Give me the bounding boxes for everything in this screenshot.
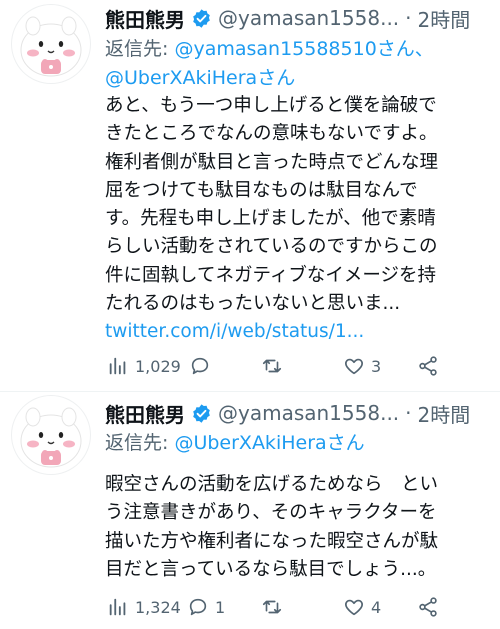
tweet-text: あと、もう一つ申し上げると僕を論破で きたところでなんの意味もないですよ。 権利… — [105, 92, 497, 347]
share-button[interactable] — [417, 352, 439, 380]
retweet-icon — [262, 600, 282, 614]
avatar-chiikawa-image — [20, 16, 82, 77]
reply-mention[interactable]: @yamasan15588510さん、 — [174, 38, 433, 60]
tweet-text-line: 屈をつけても駄目なものは駄目なんで — [105, 179, 418, 201]
reply-mention[interactable]: @UberXAkiHeraさん — [174, 432, 364, 454]
verified-badge-icon — [193, 8, 210, 28]
tweet-text-line: 件に固執してネガティブなイメージを持 — [105, 264, 436, 286]
tweet-text-line: らしい活動をされているのですからこの — [105, 236, 438, 258]
speech-bubble-icon — [191, 357, 209, 375]
reply-prefix: 返信先: — [105, 38, 175, 60]
tweet-text-line: 暇空さんの活動を広げるためなら とい — [105, 474, 439, 495]
verified-badge-icon — [193, 403, 210, 423]
heart-icon — [345, 358, 363, 375]
retweet-button[interactable] — [261, 352, 289, 380]
tweet-text-line: す。先程も申し上げましたが、他で素晴 — [105, 208, 436, 230]
like-count: 3 — [371, 356, 382, 376]
tweet-text-line: 描いた方や権利者になった暇空さんが駄 — [105, 530, 439, 552]
avatar[interactable] — [11, 395, 91, 475]
reply-context: 返信先: @UberXAkiHeraさん — [105, 429, 490, 458]
tweet[interactable]: 熊田熊男 @yamasan1558... · 2時間 返信先: @UberXAk… — [0, 391, 500, 629]
author-handle[interactable]: @yamasan1558... — [218, 401, 399, 425]
tweet-actions: 1,324 1 4 — [105, 593, 450, 621]
like-button[interactable]: 4 — [343, 593, 381, 621]
author-handle[interactable]: @yamasan1558... — [218, 6, 399, 30]
author-name[interactable]: 熊田熊男 — [105, 4, 185, 33]
more-dots-icon[interactable] — [472, 401, 496, 425]
tweet-actions: 1,029 3 — [105, 352, 450, 380]
avatar-chiikawa-image — [20, 407, 82, 468]
retweet-button[interactable] — [261, 593, 289, 621]
more-dots-icon[interactable] — [472, 6, 496, 30]
retweet-icon — [262, 359, 282, 373]
tweet-text-line: あと、もう一つ申し上げると僕を論破で — [105, 95, 437, 116]
author-name[interactable]: 熊田熊男 — [105, 399, 185, 428]
tweet-text-line: たれるのはもったいないと思いま... — [105, 293, 401, 315]
tweet-timestamp[interactable]: 2時間 — [418, 4, 471, 33]
reply-context: 返信先: @yamasan15588510さん、 @UberXAkiHeraさん — [105, 35, 490, 93]
tweet-timestamp[interactable]: 2時間 — [418, 399, 471, 428]
views-count: 1,324 — [135, 597, 181, 617]
bar-chart-icon — [109, 357, 126, 375]
share-icon — [419, 356, 437, 376]
views-count: 1,029 — [135, 356, 181, 376]
tweet-text-line: きたところでなんの意味もないですよ。 — [105, 123, 438, 145]
separator-dot: · — [405, 6, 412, 30]
reply-prefix: 返信先: — [105, 432, 175, 454]
heart-icon — [345, 599, 363, 616]
tweet[interactable]: 熊田熊男 @yamasan1558... · 2時間 返信先: @yamasan… — [0, 0, 500, 392]
share-icon — [419, 597, 437, 617]
tweet-text-line: う注意書きがあり、そのキャラクターを — [105, 502, 437, 524]
tweet-link[interactable]: twitter.com/i/web/status/1... — [105, 318, 497, 346]
avatar[interactable] — [11, 4, 91, 84]
reply-mention[interactable]: @UberXAkiHeraさん — [105, 67, 295, 89]
tweet-header: 熊田熊男 @yamasan1558... · 2時間 — [105, 399, 495, 427]
reply-button[interactable]: 1 — [187, 593, 225, 621]
like-count: 4 — [371, 597, 382, 617]
bar-chart-icon — [109, 598, 126, 616]
views-button[interactable]: 1,324 — [107, 593, 181, 621]
tweet-header: 熊田熊男 @yamasan1558... · 2時間 — [105, 4, 495, 32]
like-button[interactable]: 3 — [343, 352, 381, 380]
tweet-text-line: 目だと言っているなら駄目でしょう...。 — [105, 558, 437, 580]
reply-button[interactable] — [189, 352, 217, 380]
tweet-text-line: 権利者側が駄目と言った時点でどんな理 — [105, 151, 439, 173]
tweet-text: 暇空さんの活動を広げるためなら とい う注意書きがあり、そのキャラクターを 描い… — [105, 471, 497, 584]
share-button[interactable] — [417, 593, 439, 621]
speech-bubble-icon — [189, 598, 207, 616]
views-button[interactable]: 1,029 — [107, 352, 181, 380]
separator-dot: · — [405, 401, 412, 425]
reply-count: 1 — [215, 597, 226, 617]
